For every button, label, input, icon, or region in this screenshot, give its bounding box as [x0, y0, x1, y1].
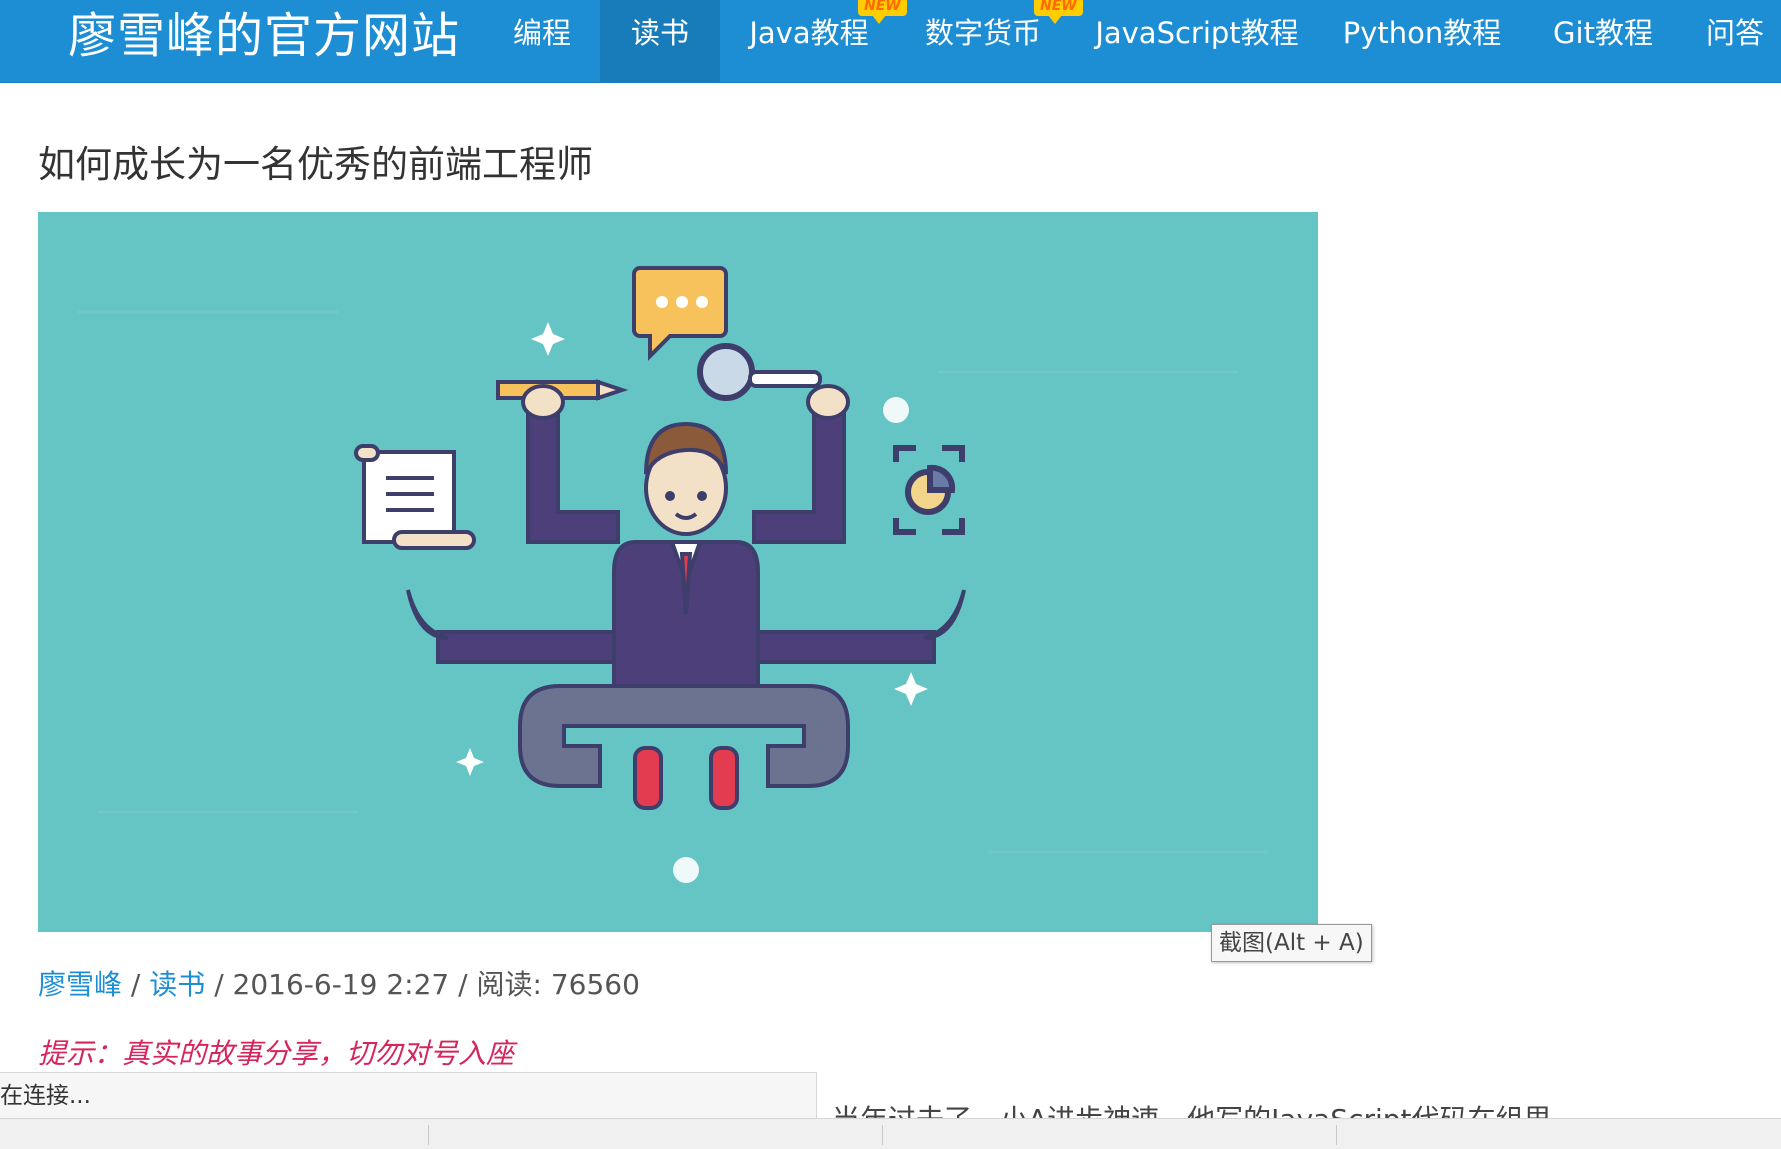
- nav-item-label: 数字货币: [924, 16, 1041, 50]
- connection-status-bar: 在连接...: [0, 1072, 817, 1120]
- screenshot-shortcut-tooltip: 截图(Alt + A): [1211, 924, 1372, 962]
- nav-item-programming[interactable]: 编程: [498, 0, 586, 82]
- category-link[interactable]: 读书: [149, 968, 205, 1001]
- nav-item-python-tutorial[interactable]: Python教程: [1342, 0, 1502, 82]
- article-title: 如何成长为一名优秀的前端工程师: [38, 143, 593, 186]
- nav-item-label: 编程: [512, 16, 571, 50]
- nav-item-label: 读书: [630, 16, 689, 50]
- meta-separator: /: [458, 968, 468, 1001]
- status-text: 在连接...: [0, 1083, 91, 1109]
- nav-item-reading[interactable]: 读书: [600, 0, 720, 82]
- toolbar-divider: [428, 1125, 429, 1145]
- pie-chart-icon: [893, 445, 965, 535]
- top-navigation-bar: 廖雪峰的官方网站 编程 读书 Java教程 NEW 数字货币 NEW JavaS…: [0, 0, 1781, 83]
- meta-separator: /: [214, 968, 224, 1001]
- toolbar-divider: [1336, 1125, 1337, 1145]
- nav-item-javascript-tutorial[interactable]: JavaScript教程: [1092, 0, 1302, 82]
- nav-item-label: 问答: [1705, 16, 1764, 50]
- publish-date: 2016-6-19 2:27: [232, 968, 450, 1001]
- developer-figure: [406, 384, 966, 810]
- article-tip: 提示：真实的故事分享，切勿对号入座: [38, 1037, 515, 1070]
- toolbar-divider: [882, 1125, 883, 1145]
- new-badge: NEW: [858, 0, 907, 24]
- new-badge: NEW: [1034, 0, 1083, 24]
- nav-item-digital-currency[interactable]: 数字货币 NEW: [912, 0, 1083, 82]
- bottom-toolbar-strip: [0, 1118, 1781, 1149]
- magnifier-icon: [697, 343, 822, 401]
- article-body-partial: 当年过去了，小A进步神速，他写的JavaScript代码在组里...: [832, 1100, 1752, 1118]
- nav-item-java-tutorial[interactable]: Java教程 NEW: [736, 0, 907, 82]
- reads-label: 阅读:: [476, 968, 542, 1001]
- nav-item-label: Git教程: [1553, 16, 1653, 50]
- nav-item-label: JavaScript教程: [1095, 16, 1299, 50]
- chat-bubble-icon: [632, 266, 728, 361]
- article-meta: 廖雪峰 / 读书 / 2016-6-19 2:27 / 阅读: 76560: [38, 963, 640, 1003]
- nav-item-label: Python教程: [1342, 16, 1502, 50]
- site-brand[interactable]: 廖雪峰的官方网站: [68, 6, 460, 66]
- nav-item-qa[interactable]: 问答: [1700, 0, 1770, 82]
- read-count: 76560: [550, 968, 640, 1001]
- author-link[interactable]: 廖雪峰: [38, 968, 122, 1001]
- multitasking-developer-illustration: [78, 266, 1268, 883]
- article-hero-image: [38, 212, 1318, 932]
- nav-item-git-tutorial[interactable]: Git教程: [1548, 0, 1658, 82]
- meta-separator: /: [130, 968, 141, 1001]
- document-scroll-icon: [354, 444, 476, 550]
- nav-item-label: Java教程: [749, 16, 869, 50]
